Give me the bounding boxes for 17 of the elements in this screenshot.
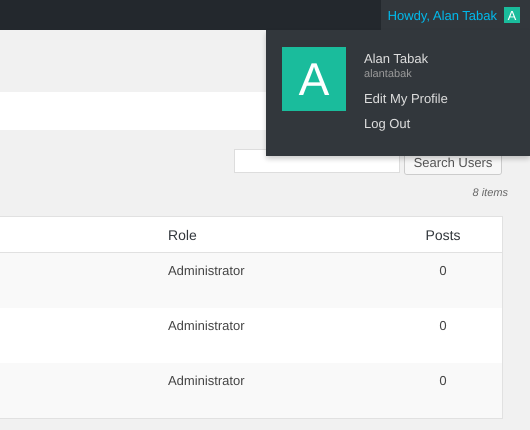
avatar-icon: A [504,7,520,23]
account-menu[interactable]: Howdy, Alan Tabak A [380,0,530,30]
column-header[interactable]: Role [168,226,398,242]
avatar-icon: A [282,47,346,111]
table-cell-text: 0 [438,263,448,278]
table-cell-text: 0 [438,318,448,333]
table-cell-text: Administrator [168,373,246,388]
item-count: 8 items [472,186,509,201]
table-cell-text: Administrator [168,263,246,278]
column-header[interactable]: Posts [398,226,488,242]
menu-link[interactable]: Log Out [364,116,410,131]
username: alantabak [364,68,412,80]
menu-link[interactable]: Edit My Profile [364,91,448,106]
display-name[interactable]: Alan Tabak [364,51,428,66]
table-cell-text: Administrator [168,318,246,333]
greeting-link[interactable]: Howdy, Alan Tabak [388,8,497,22]
table-cell-text: 0 [438,373,448,388]
